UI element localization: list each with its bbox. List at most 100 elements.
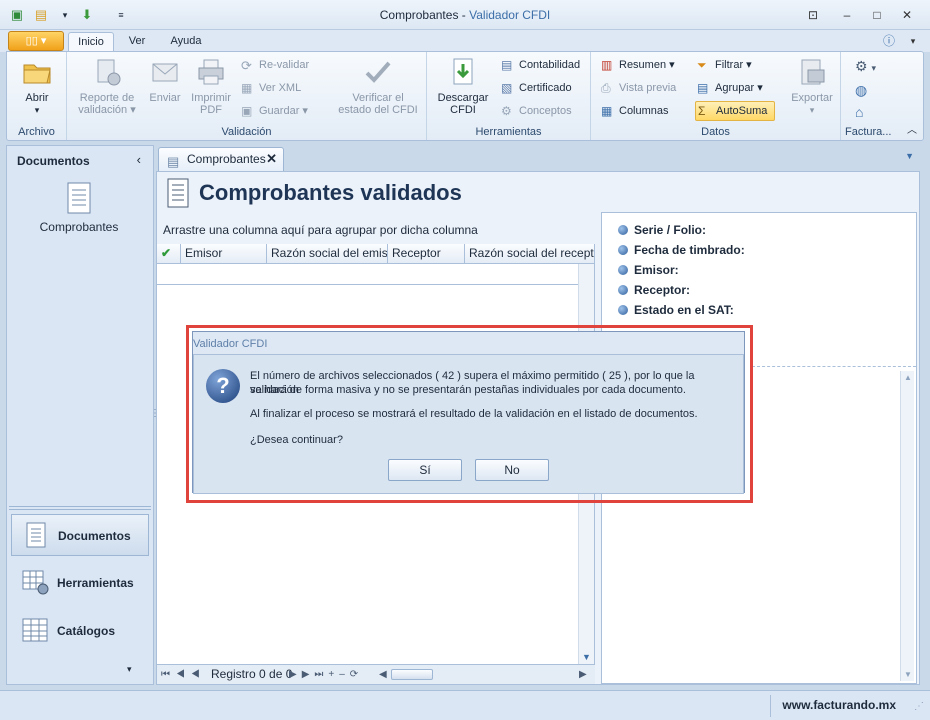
record-nav-next-last-icons[interactable]: ▶▶⏭+–⟳ [289,665,363,684]
reporte-validacion-button[interactable]: Reporte de validación ▾ [75,56,139,116]
concepts-gear-icon: ⚙ [501,104,512,118]
detail-scrollbar[interactable]: ▲ ▼ [900,371,914,681]
nav-herramientas[interactable]: Herramientas [11,562,149,604]
tab-document-icon: ▤ [167,154,180,169]
detail-divider [752,366,916,367]
settings-gear-icon[interactable]: ⚙ ▾ [855,58,876,75]
tab-ver[interactable]: Ver [120,32,154,52]
group-factura: ⚙ ▾ ◍ ⌂ Factura... [841,52,897,140]
pane-splitter[interactable] [9,506,151,510]
ver-xml-button[interactable]: ▦ Ver XML [239,79,301,99]
tab-comprobantes[interactable]: ▤ Comprobantes ✕ [158,147,284,171]
nav-catalogos[interactable]: Catálogos [11,610,149,652]
column-razon-receptor[interactable]: Razón social del receptor [465,244,595,264]
navigation-pane-title: Documentos [17,154,90,168]
minimize-icon[interactable]: – [836,6,858,24]
record-navigator: ⏮◀◀ Registro 0 de 0 ▶▶⏭+–⟳ ◀ ▶ [157,664,595,684]
nav-documentos[interactable]: Documentos [11,514,149,556]
abrir-button[interactable]: Abrir ▾ [15,56,59,116]
resize-grip-icon[interactable]: ⋰ [914,701,924,712]
no-button[interactable]: No [475,459,549,481]
scroll-down-icon[interactable]: ▼ [582,652,591,662]
dialog-message-2: se hará de forma masiva y no se presenta… [250,384,686,396]
home-icon[interactable]: ⌂ [855,104,863,120]
detail-scroll-up-icon[interactable]: ▲ [904,373,912,382]
column-razon-emisor[interactable]: Razón social del emisor [267,244,388,264]
restore-layout-icon[interactable]: ⊡ [802,6,824,24]
certificate-icon: ▧ [501,81,513,95]
bullet-icon [618,265,628,275]
close-tab-icon[interactable]: ✕ [266,148,277,170]
agrupar-button[interactable]: ▤ Agrupar ▾ [695,79,763,99]
column-receptor[interactable]: Receptor [388,244,465,264]
vista-previa-button[interactable]: ⎙ Vista previa [599,79,676,99]
document-list-icon [67,182,91,214]
certificado-button[interactable]: ▧ Certificado [499,79,572,99]
verificar-estado-button[interactable]: Verificar el estado del CFDI [335,56,421,116]
window-title: Comprobantes - Validador CFDI [379,8,551,22]
download-document-icon [453,58,473,85]
preview-icon: ⎙ [601,81,611,95]
catalog-table-icon [22,618,48,642]
detail-scroll-down-icon[interactable]: ▼ [904,670,912,679]
conceptos-button[interactable]: ⚙ Conceptos [499,102,572,122]
more-nav-icon[interactable]: ▾ [127,664,132,675]
autosuma-button[interactable]: Σ AutoSuma [695,101,775,121]
tab-comprobantes-label: Comprobantes [187,152,266,166]
re-validar-button[interactable]: ⟳ Re-validar [239,56,309,76]
scroll-right-icon[interactable]: ▶ [579,665,587,684]
bullet-icon [618,285,628,295]
ribbon-options-icon[interactable]: ▾ [902,32,924,50]
collapse-pane-icon[interactable]: ‹ [137,152,141,167]
enviar-button[interactable]: Enviar [145,56,185,104]
detail-estado-sat: Estado en el SAT: [618,303,734,317]
descargar-cfdi-button[interactable]: Descargar CFDI [435,56,491,116]
close-icon[interactable]: ✕ [896,6,918,24]
resumen-button[interactable]: ▥ Resumen ▾ [599,56,675,76]
horizontal-scroll-thumb[interactable] [391,669,433,680]
nav-item-comprobantes[interactable]: Comprobantes [27,182,131,234]
maximize-icon[interactable]: □ [866,6,888,24]
tab-ayuda[interactable]: Ayuda [162,32,210,52]
group-validacion: Reporte de validación ▾ Enviar Imprimir PD… [67,52,427,140]
dialog-title: Validador CFDI [193,338,268,350]
group-icon: ▤ [697,81,709,95]
group-by-hint[interactable]: Arrastre una columna aquí para agrupar p… [157,216,595,244]
filtrar-button[interactable]: ⏷ Filtrar ▾ [695,56,752,76]
columnas-button[interactable]: ▦ Columnas [599,102,669,122]
sigma-icon: Σ [698,104,706,118]
title-bar: ▣ ▤ ▾ ⬇ ≡ Comprobantes - Validador CFDI … [0,0,930,30]
checkmark-icon [365,61,391,83]
nav-item-comprobantes-label: Comprobantes [39,220,119,234]
grid-filter-row [157,284,579,285]
group-label-validacion: Validación [221,126,272,138]
detail-receptor: Receptor: [618,283,690,297]
file-menu-button[interactable]: ▯▯ ▾ [8,31,64,51]
guardar-button[interactable]: ▣ Guardar ▾ [239,102,308,122]
dialog-body: ? El número de archivos seleccionados ( … [193,354,744,494]
envelope-icon [152,63,178,82]
confirm-dialog: Validador CFDI ? El número de archivos s… [192,331,745,494]
group-label-datos: Datos [701,126,730,138]
xml-icon: ▦ [241,81,253,95]
help-icon[interactable]: ⓘ [878,32,900,50]
column-emisor[interactable]: Emisor [181,244,267,264]
bullet-icon [618,225,628,235]
group-label-factura: Factura... [845,126,892,138]
bullet-icon [618,305,628,315]
collapse-ribbon-icon[interactable]: ︿ [907,121,917,136]
column-status-check[interactable]: ✔ [157,244,181,264]
heading-document-icon [167,178,189,208]
tab-inicio[interactable]: Inicio [68,32,114,52]
imprimir-pdf-button[interactable]: Imprimir PDF [189,56,233,116]
website-label: www.facturando.mx [782,698,896,712]
yes-button[interactable]: Sí [388,459,462,481]
tab-list-icon[interactable]: ▼ [905,151,914,161]
exportar-button[interactable]: Exportar ▾ [787,56,837,116]
navigation-pane: Documentos ‹ Comprobantes Documentos Her… [6,145,154,685]
scroll-left-icon[interactable]: ◀ [379,665,387,684]
contabilidad-button[interactable]: ▤ Contabilidad [499,56,580,76]
globe-icon[interactable]: ◍ [855,82,867,99]
record-nav-first-prev-icons[interactable]: ⏮◀◀ [161,665,206,684]
folder-icon [23,64,51,84]
